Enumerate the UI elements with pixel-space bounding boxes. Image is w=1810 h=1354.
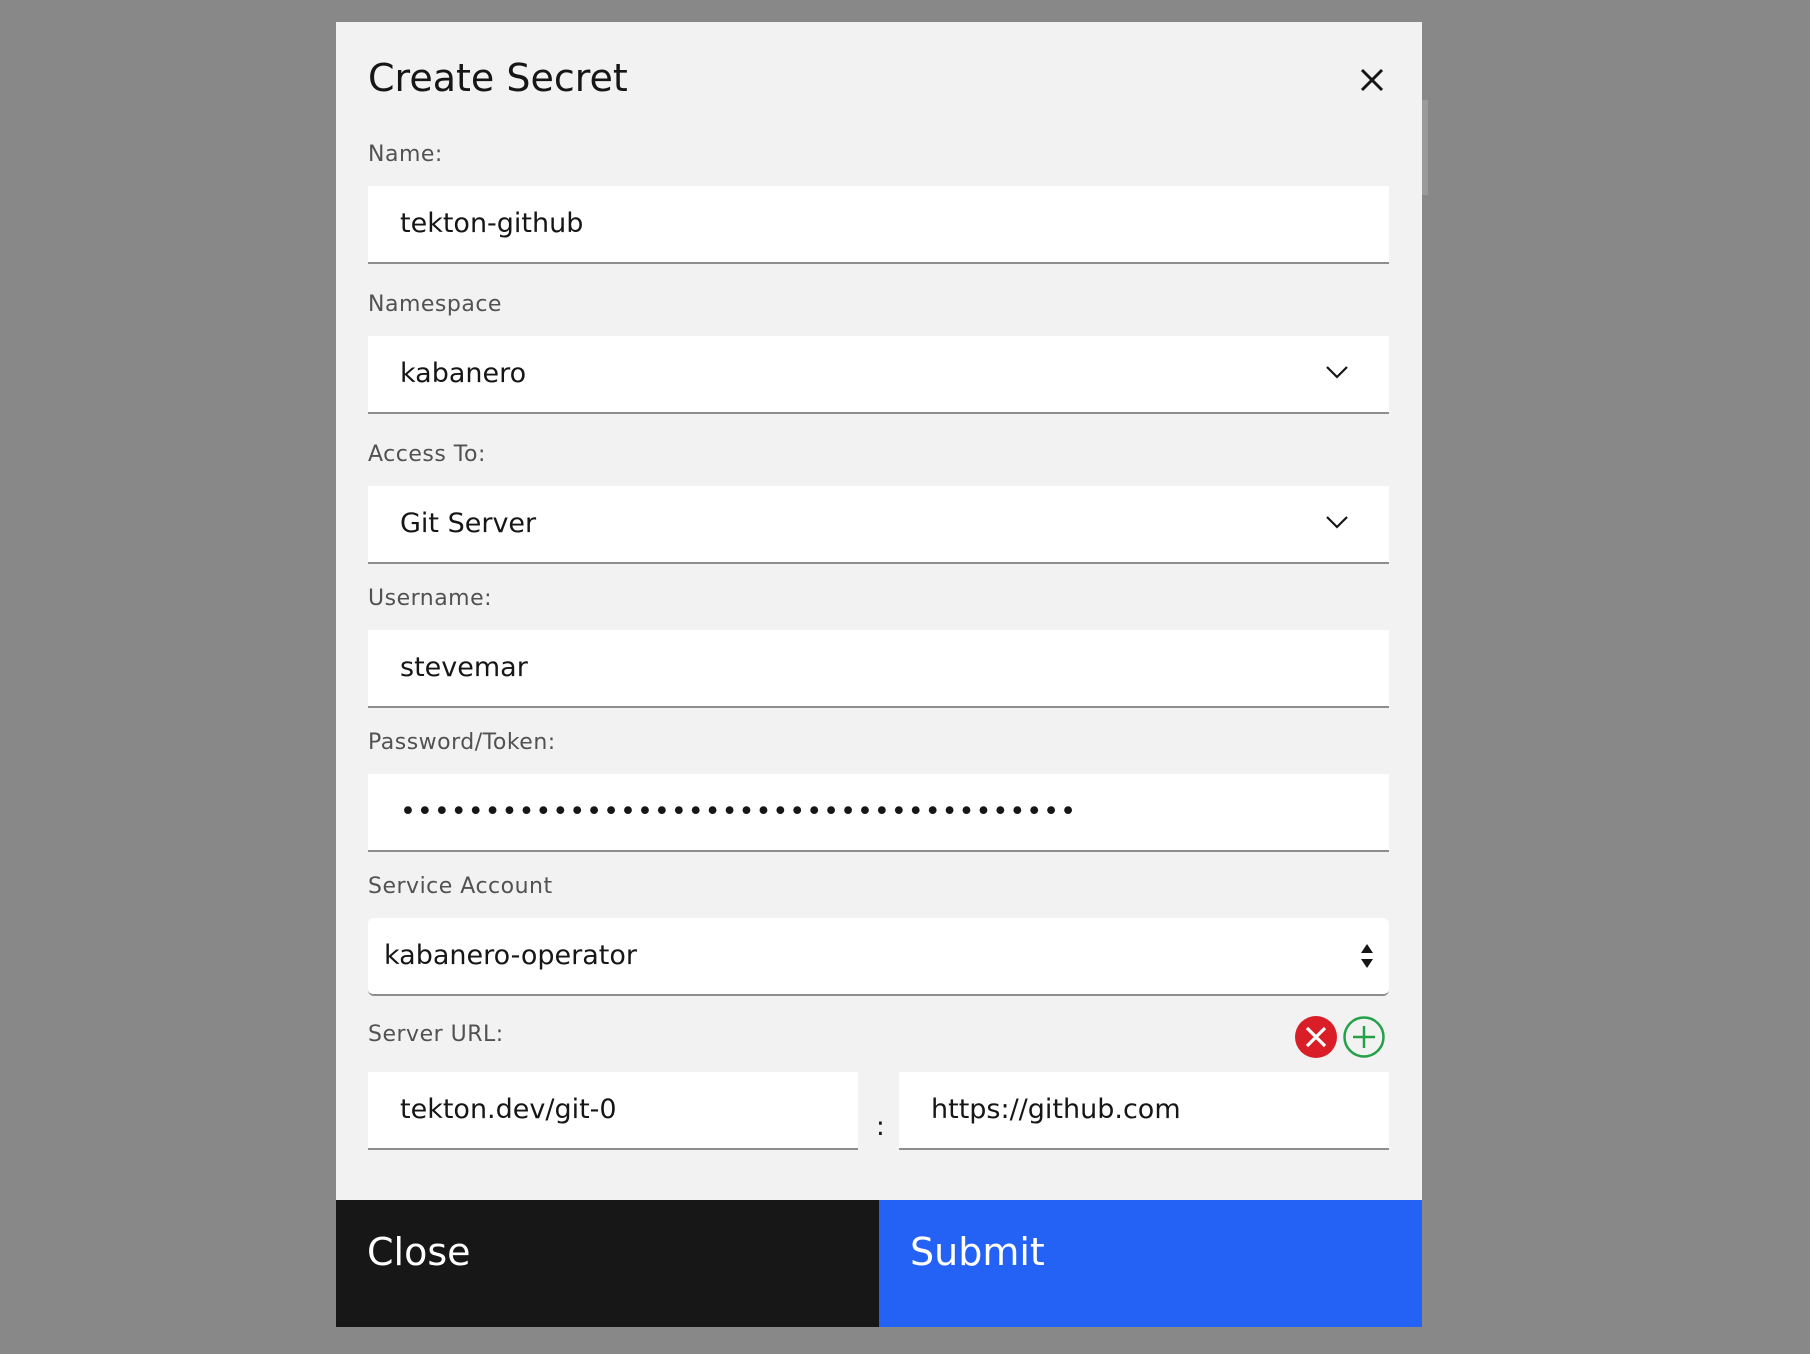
access-to-selected-value: Git Server bbox=[400, 508, 537, 539]
access-to-label: Access To: bbox=[368, 442, 486, 467]
namespace-dropdown[interactable]: kabanero bbox=[368, 336, 1389, 414]
name-input-value: tekton-github bbox=[400, 208, 584, 239]
close-button[interactable]: Close bbox=[336, 1200, 879, 1327]
service-account-select[interactable]: kabanero-operator bbox=[368, 918, 1389, 996]
name-input[interactable]: tekton-github bbox=[368, 186, 1389, 264]
server-url-key-value: tekton.dev/git-0 bbox=[400, 1094, 617, 1125]
chevron-down-icon bbox=[1326, 366, 1348, 379]
name-label: Name: bbox=[368, 142, 443, 167]
server-url-value: https://github.com bbox=[931, 1094, 1181, 1125]
add-circle-icon[interactable] bbox=[1342, 1015, 1386, 1059]
up-down-arrows-icon bbox=[1361, 944, 1373, 968]
access-to-dropdown[interactable]: Git Server bbox=[368, 486, 1389, 564]
chevron-down-icon bbox=[1326, 516, 1348, 529]
username-input-value: stevemar bbox=[400, 652, 528, 683]
server-url-value-input[interactable]: https://github.com bbox=[899, 1072, 1389, 1150]
username-label: Username: bbox=[368, 586, 493, 611]
server-url-key-input[interactable]: tekton.dev/git-0 bbox=[368, 1072, 858, 1150]
namespace-selected-value: kabanero bbox=[400, 358, 527, 389]
server-url-label: Server URL: bbox=[368, 1022, 504, 1047]
password-label: Password/Token: bbox=[368, 730, 556, 755]
password-input[interactable]: •••••••••••••••••••••••••••••••••••••••• bbox=[368, 774, 1389, 852]
remove-circle-icon[interactable] bbox=[1294, 1015, 1338, 1059]
service-account-selected-value: kabanero-operator bbox=[384, 940, 638, 971]
create-secret-modal: Create Secret Name: tekton-github Namesp… bbox=[336, 22, 1422, 1327]
modal-title: Create Secret bbox=[368, 56, 628, 100]
service-account-label: Service Account bbox=[368, 874, 553, 899]
close-icon[interactable] bbox=[1348, 56, 1396, 104]
username-input[interactable]: stevemar bbox=[368, 630, 1389, 708]
submit-button[interactable]: Submit bbox=[879, 1200, 1422, 1327]
namespace-label: Namespace bbox=[368, 292, 502, 317]
password-masked-value: •••••••••••••••••••••••••••••••••••••••• bbox=[400, 796, 1078, 827]
key-value-separator: : bbox=[876, 1112, 885, 1142]
